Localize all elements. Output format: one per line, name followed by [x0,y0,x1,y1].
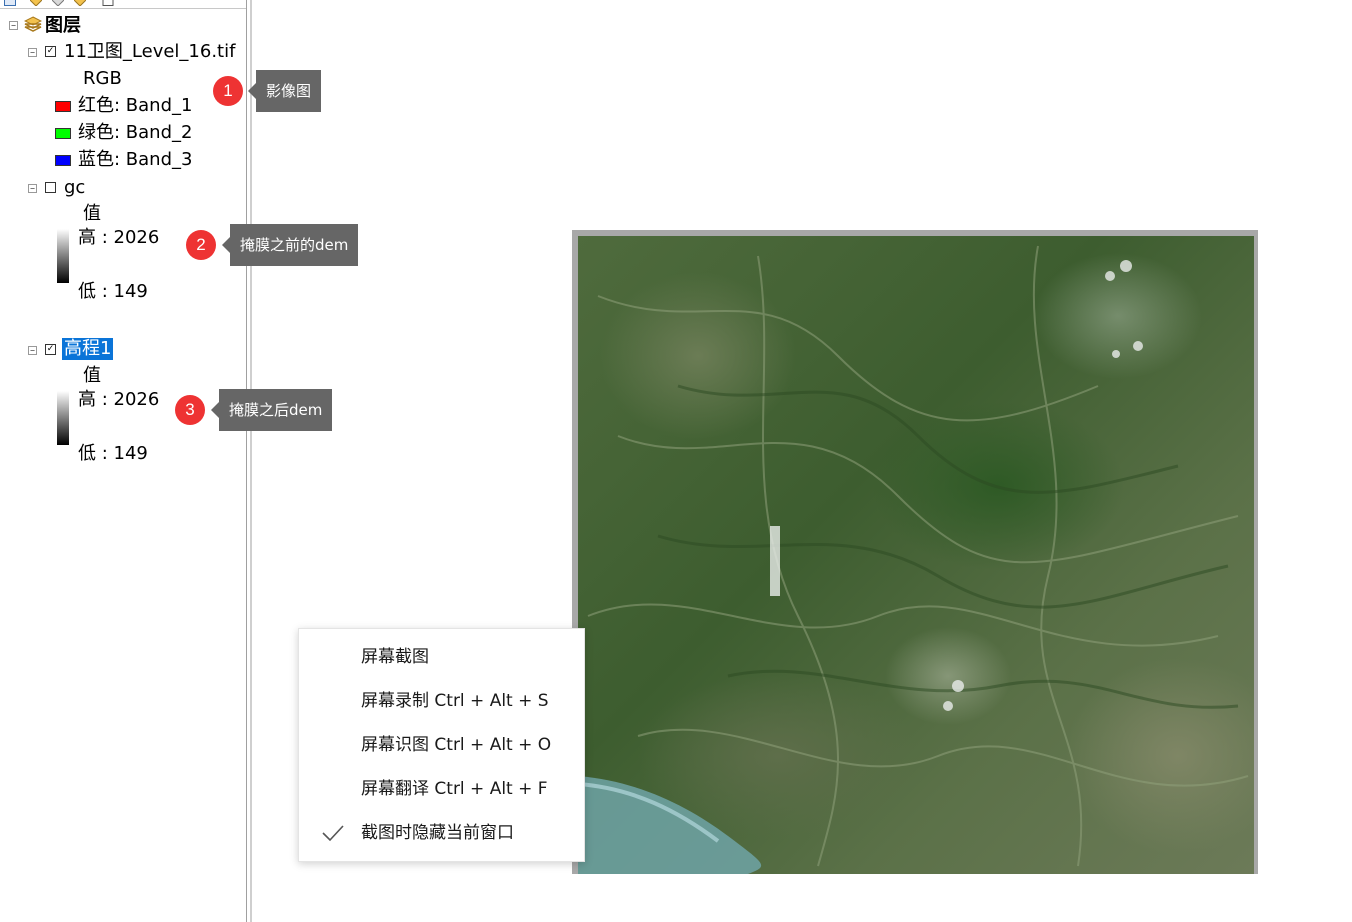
green-band-swatch [55,128,71,139]
checkmark-icon [322,825,344,842]
layer2-high-label: 高 : 2026 [78,227,160,248]
red-band-label: 红色: Band_1 [78,95,193,116]
menu-item-screenshot[interactable]: 屏幕截图 [299,635,584,679]
menu-item-label: 截图时隐藏当前窗口 [361,823,514,843]
table-of-contents-panel: − 图层 − ✓ 11卫图_Level_16.tif RGB 红色: Band_… [0,0,247,922]
callout-badge-1: 1 [213,76,243,106]
toc-root-label: 图层 [45,15,81,36]
layer2-visibility-checkbox[interactable] [45,182,56,193]
layer2-value-label: 值 [83,203,101,224]
list-by-drawing-order-icon[interactable] [4,0,16,6]
callout-label-3: 掩膜之后dem [210,389,333,431]
layer3-value-label: 值 [83,365,101,386]
layer1-visibility-checkbox[interactable]: ✓ [45,46,56,57]
layer1-render-label: RGB [83,68,122,89]
menu-item-label: 屏幕识图 Ctrl + Alt + O [361,735,552,755]
callout-badge-2: 2 [186,230,216,260]
list-by-selection-icon[interactable] [74,0,86,6]
options-icon[interactable] [102,0,114,6]
layer3-visibility-checkbox[interactable]: ✓ [45,344,56,355]
terrain-texture [578,245,1249,874]
layer3-name[interactable]: 高程1 [62,338,114,360]
callout-label-1: 影像图 [247,70,322,112]
list-by-source-icon[interactable] [30,0,42,6]
blue-band-swatch [55,155,71,166]
layer2-color-ramp [56,228,70,284]
layer3-low-label: 低 : 149 [78,443,148,464]
layer3-high-label: 高 : 2026 [78,389,160,410]
layer3-expander[interactable]: − [28,346,37,355]
red-band-swatch [55,101,71,112]
blue-band-label: 蓝色: Band_3 [78,149,193,170]
root-expander[interactable]: − [9,21,18,30]
layer1-expander[interactable]: − [28,48,37,57]
callout-badge-3: 3 [175,395,205,425]
menu-item-label: 屏幕录制 Ctrl + Alt + S [361,691,549,711]
menu-item-label: 屏幕翻译 Ctrl + Alt + F [361,779,548,799]
menu-item-screen-record[interactable]: 屏幕录制 Ctrl + Alt + S [299,679,584,723]
satellite-imagery [578,236,1254,874]
menu-item-label: 屏幕截图 [361,647,429,667]
layers-icon [24,16,42,32]
toolbar-divider [0,8,246,9]
layer3-color-ramp [56,390,70,446]
screenshot-context-menu: 屏幕截图 屏幕录制 Ctrl + Alt + S 屏幕识图 Ctrl + Alt… [298,628,585,862]
green-band-label: 绿色: Band_2 [78,122,193,143]
list-by-visibility-icon[interactable] [52,0,64,6]
map-display[interactable] [572,230,1258,874]
toc-toolbar [2,0,122,8]
layer2-name[interactable]: gc [64,177,85,199]
layer1-name[interactable]: 11卫图_Level_16.tif [64,41,235,63]
layer2-expander[interactable]: − [28,184,37,193]
menu-item-hide-window[interactable]: 截图时隐藏当前窗口 [299,811,584,855]
callout-label-2: 掩膜之前的dem [221,224,359,266]
menu-item-screen-translate[interactable]: 屏幕翻译 Ctrl + Alt + F [299,767,584,811]
layer2-low-label: 低 : 149 [78,281,148,302]
map-border [250,0,252,922]
menu-item-screen-recognize[interactable]: 屏幕识图 Ctrl + Alt + O [299,723,584,767]
